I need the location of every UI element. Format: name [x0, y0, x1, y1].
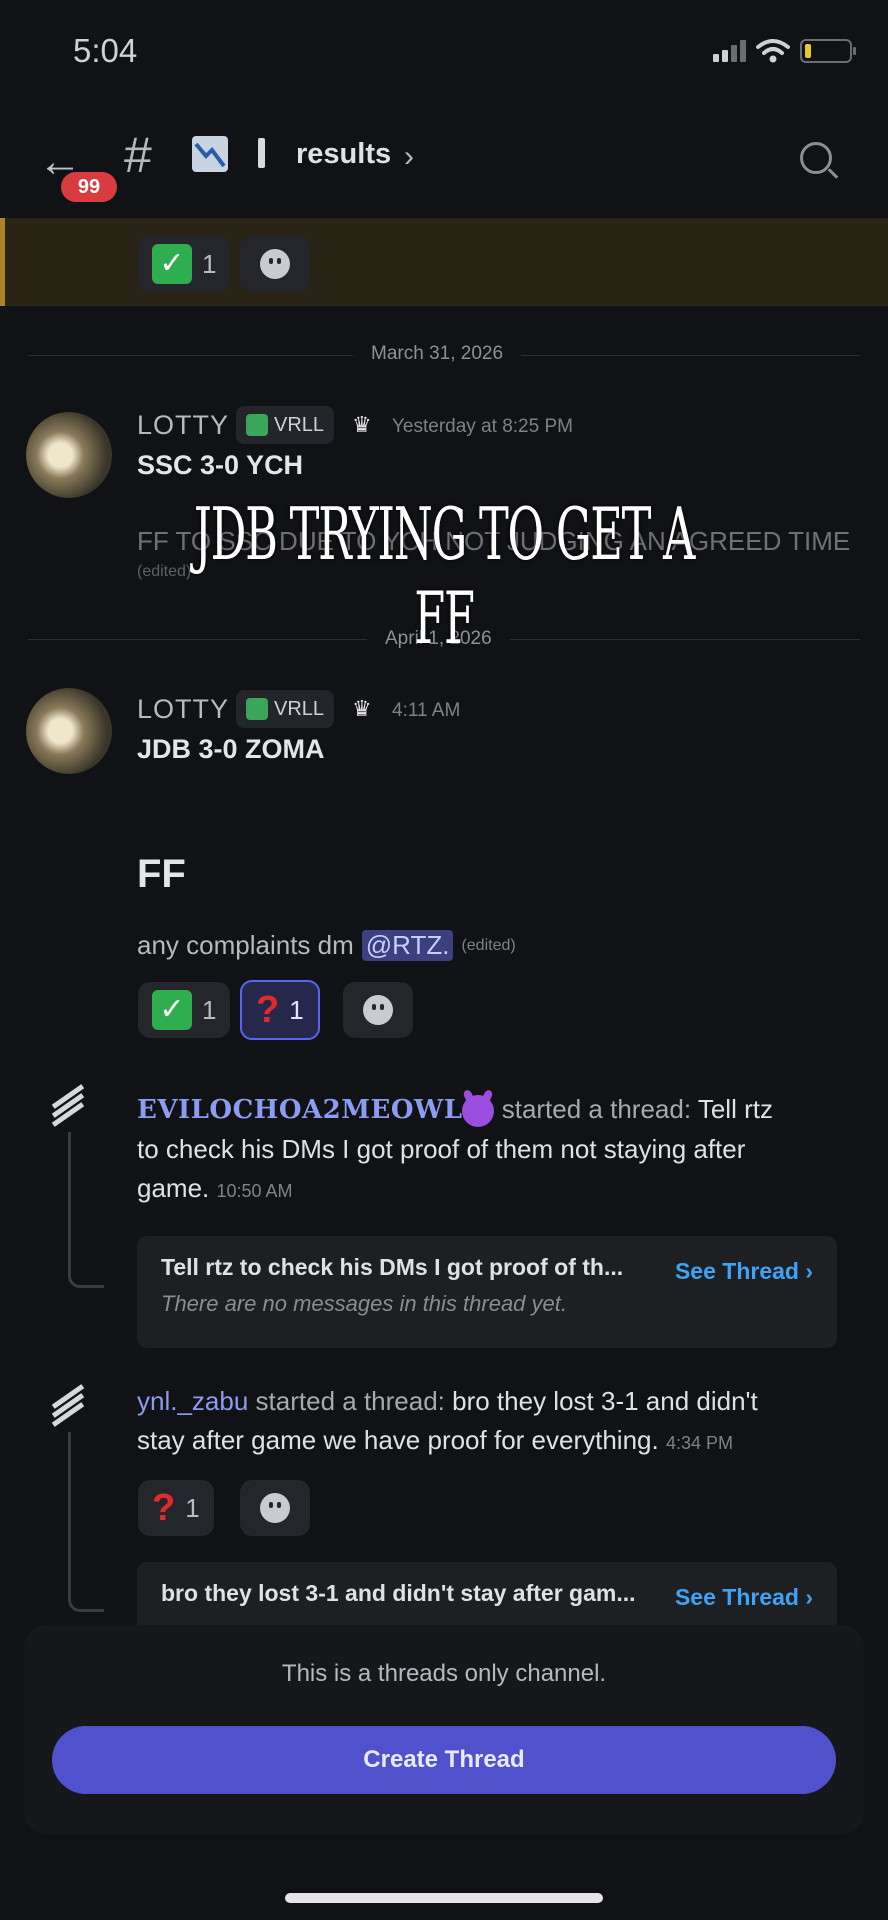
reaction-count: 1	[202, 248, 217, 279]
role-tag[interactable]: VRLL	[236, 406, 335, 444]
user-mention[interactable]: @RTZ.	[361, 930, 454, 961]
thread-started-message: EVILOCHOA2MEOWL started a thread: Tell r…	[137, 1090, 857, 1211]
role-tag-label: VRLL	[274, 413, 325, 436]
message-body: any complaints dm @RTZ. (edited)	[137, 930, 516, 961]
message-body-text: any complaints dm	[137, 930, 354, 960]
thread-icon	[50, 1084, 86, 1127]
role-tag[interactable]: VRLL	[236, 690, 335, 728]
thread-started-message: ynl._zabu started a thread: bro they los…	[137, 1382, 857, 1463]
see-thread-link[interactable]: See Thread ›	[675, 1258, 813, 1285]
signal-icon	[713, 40, 746, 62]
video-caption-overlay: JDB TRYING TO GET A FF	[193, 492, 695, 660]
devil-emoji-icon	[462, 1095, 495, 1128]
shield-icon	[246, 698, 268, 720]
reaction-count: 1	[185, 1492, 200, 1523]
thread-text: bro they lost 3-1 and didn't	[452, 1386, 758, 1416]
message-timestamp: 4:11 AM	[392, 700, 461, 721]
thread-text: stay after game we have proof for everyt…	[137, 1425, 659, 1455]
thread-card[interactable]: Tell rtz to check his DMs I got proof of…	[137, 1236, 837, 1348]
unread-badge: 99	[61, 172, 117, 202]
reaction-count: 1	[202, 994, 217, 1025]
check-mark-icon: ✓	[152, 990, 192, 1030]
crown-icon: ♛	[352, 412, 372, 437]
divider-bar-icon	[258, 138, 265, 168]
wifi-icon	[756, 39, 790, 63]
reaction-check[interactable]: ✓ 1	[138, 982, 231, 1038]
add-reaction-button[interactable]	[240, 236, 310, 292]
thread-connector	[68, 1432, 104, 1612]
thread-author[interactable]: ynl._zabu	[137, 1386, 248, 1416]
message-author[interactable]: LOTTY	[137, 694, 229, 725]
add-reaction-button[interactable]	[240, 1480, 310, 1536]
status-icons	[713, 38, 856, 64]
battery-icon	[800, 39, 856, 63]
thread-timestamp: 10:50 AM	[216, 1181, 293, 1201]
thread-text: Tell rtz	[697, 1094, 773, 1124]
avatar[interactable]	[26, 412, 112, 498]
question-mark-icon: ?	[152, 1486, 176, 1529]
chart-emoji-icon	[192, 136, 228, 172]
message-heading: FF	[137, 852, 186, 896]
thread-card-subtitle: There are no messages in this thread yet…	[161, 1291, 567, 1316]
threads-only-notice: This is a threads only channel.	[281, 1660, 607, 1687]
status-time: 5:04	[73, 32, 138, 69]
thread-text: to check his DMs I got proof of them not…	[137, 1134, 746, 1164]
smile-icon	[260, 249, 290, 279]
date-divider: March 31, 2026	[353, 343, 522, 365]
thread-author[interactable]: EVILOCHOA2MEOWL	[137, 1095, 462, 1125]
check-mark-icon: ✓	[152, 244, 192, 284]
thread-action: started a thread:	[501, 1094, 692, 1124]
crown-icon: ♛	[352, 696, 372, 721]
avatar[interactable]	[26, 688, 112, 774]
create-thread-button[interactable]: Create Thread	[52, 1726, 836, 1794]
reaction-question[interactable]: ? 1	[138, 1480, 214, 1536]
smile-icon	[363, 995, 393, 1025]
thread-action: started a thread:	[255, 1386, 445, 1416]
reaction-check[interactable]: ✓ 1	[138, 236, 231, 292]
message-timestamp: Yesterday at 8:25 PM	[392, 416, 573, 437]
channel-name[interactable]: results	[296, 138, 391, 171]
thread-card[interactable]: bro they lost 3-1 and didn't stay after …	[137, 1562, 837, 1632]
pinned-message-strip	[0, 218, 888, 306]
reaction-count: 1	[289, 994, 304, 1025]
reaction-question[interactable]: ? 1	[240, 980, 320, 1040]
shield-icon	[246, 414, 268, 436]
role-tag-label: VRLL	[274, 697, 325, 720]
message-headline: SSC 3-0 YCH	[137, 450, 304, 480]
message-headline: JDB 3-0 ZOMA	[137, 734, 325, 764]
search-icon[interactable]	[800, 142, 832, 174]
chevron-right-icon[interactable]: ›	[404, 140, 414, 174]
message-author[interactable]: LOTTY	[137, 410, 229, 441]
channel-hash-icon: #	[124, 127, 152, 183]
thread-timestamp: 4:34 PM	[665, 1433, 733, 1453]
see-thread-link[interactable]: See Thread ›	[675, 1584, 813, 1611]
thread-connector	[68, 1132, 104, 1288]
edited-label: (edited)	[461, 936, 516, 954]
thread-icon	[50, 1384, 86, 1427]
question-mark-icon: ?	[256, 988, 280, 1031]
thread-text: game.	[137, 1173, 210, 1203]
home-indicator[interactable]	[285, 1893, 603, 1903]
smile-icon	[260, 1493, 290, 1523]
add-reaction-button[interactable]	[343, 982, 413, 1038]
